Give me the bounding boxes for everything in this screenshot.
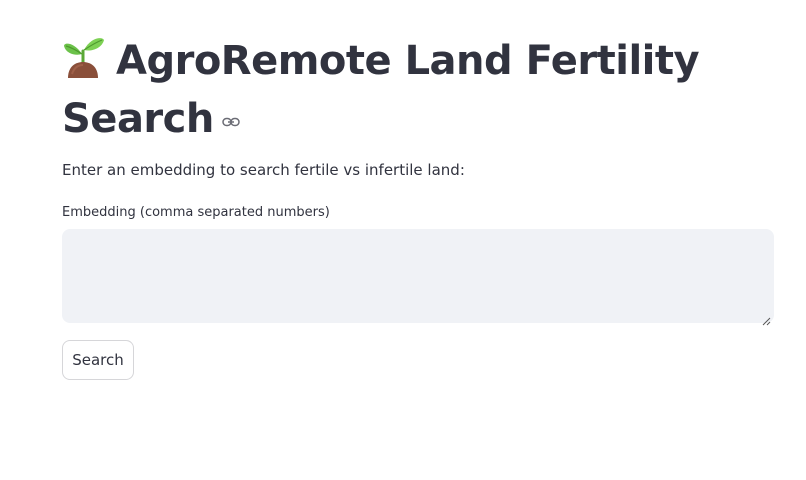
page-title: AgroRemote Land Fertility Search: [62, 34, 782, 146]
page: AgroRemote Land Fertility Search Enter a…: [0, 0, 806, 480]
embedding-field-container: [62, 229, 774, 326]
embedding-field[interactable]: [62, 229, 774, 323]
page-title-text: AgroRemote Land Fertility Search: [62, 38, 700, 142]
embedding-field-label: Embedding (comma separated numbers): [62, 205, 330, 220]
instructions-text: Enter an embedding to search fertile vs …: [62, 161, 465, 179]
search-button[interactable]: Search: [62, 340, 134, 380]
seedling-icon: [62, 34, 106, 80]
link-icon[interactable]: [222, 88, 240, 127]
resize-handle-icon[interactable]: [762, 311, 771, 326]
